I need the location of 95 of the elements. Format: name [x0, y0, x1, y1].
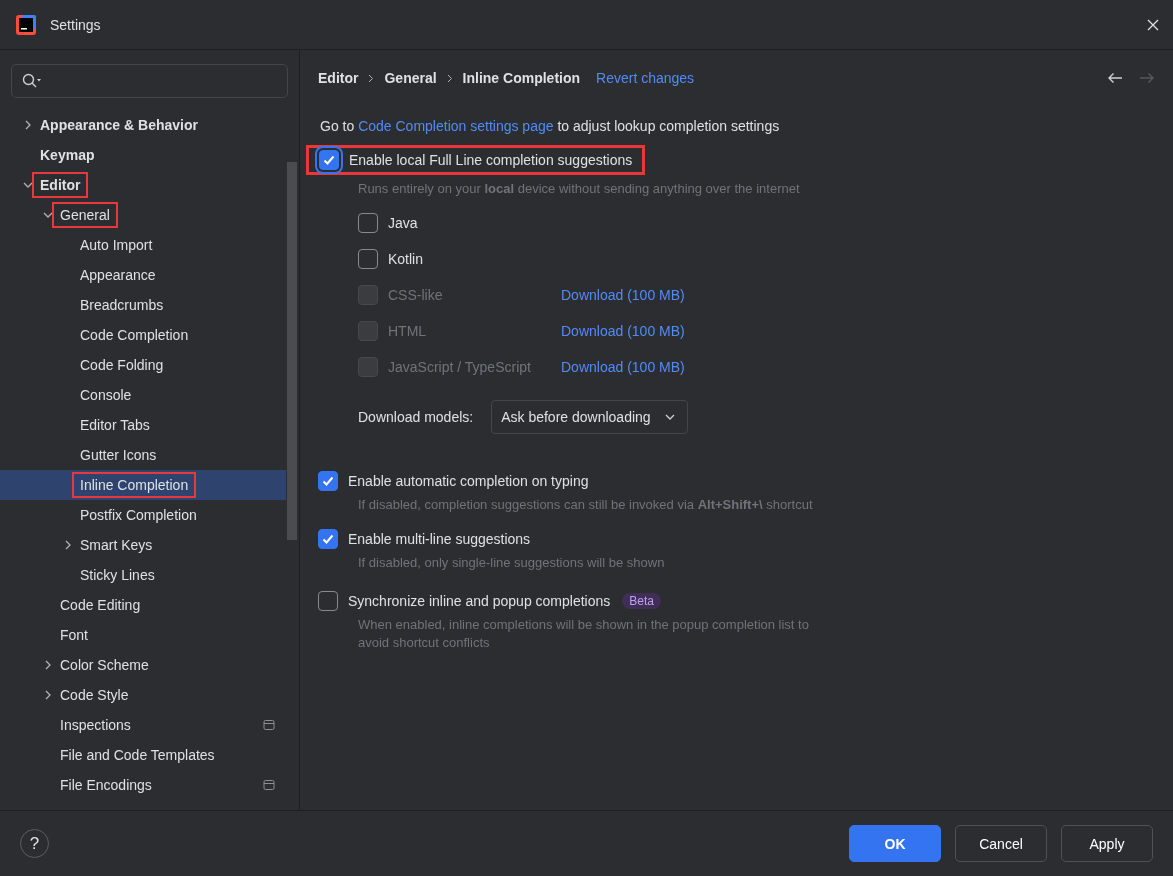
dialog-button[interactable]: Apply: [1061, 825, 1153, 862]
option-label: Enable multi-line suggestions: [348, 531, 531, 547]
option-hint: If disabled, completion suggestions can still be invoked via Alt+Shift+\ shortcut: [358, 496, 814, 514]
tree-item[interactable]: File and Code Templates: [0, 740, 286, 770]
tree-item[interactable]: Postfix Completion: [0, 500, 286, 530]
language-label: Kotlin: [388, 251, 424, 267]
check-icon: [321, 474, 335, 488]
tree-item[interactable]: Inline Completion: [0, 470, 286, 500]
tree-item-label: Appearance: [79, 266, 157, 285]
tree-item-label: Inspections: [59, 716, 132, 735]
check-icon: [321, 532, 335, 546]
tree-item-label: Code Folding: [79, 356, 165, 375]
language-label: CSS-like: [388, 287, 443, 303]
tree-item[interactable]: Console: [0, 380, 286, 410]
chevron-right-icon[interactable]: [43, 690, 53, 700]
tree-item[interactable]: Code Completion: [0, 320, 286, 350]
tree-item[interactable]: Code Style: [0, 680, 286, 710]
tree-item[interactable]: Inspections: [0, 710, 286, 740]
tree-item[interactable]: Breadcrumbs: [0, 290, 286, 320]
chevron-right-icon[interactable]: [23, 120, 33, 130]
chevron-down-icon: [664, 414, 675, 420]
tree-item[interactable]: Smart Keys: [0, 530, 286, 560]
breadcrumb[interactable]: General: [384, 70, 437, 86]
tree-item-label: Sticky Lines: [79, 566, 156, 585]
tree-item-label: Keymap: [39, 146, 96, 165]
dialog-button[interactable]: Cancel: [955, 825, 1047, 862]
tree-item-label: General: [52, 202, 118, 228]
chevron-down-icon[interactable]: [23, 180, 33, 190]
tree-item-label: Code Style: [59, 686, 130, 705]
option-label: Synchronize inline and popup completions: [348, 593, 611, 609]
chevron-down-icon[interactable]: [43, 210, 53, 220]
checkbox[interactable]: [358, 249, 378, 269]
tree-item[interactable]: Code Folding: [0, 350, 286, 380]
search-field[interactable]: [11, 64, 288, 98]
tree-item-label: File and Code Templates: [59, 746, 216, 765]
option-hint: Runs entirely on your local device without sending anything over the internet: [358, 181, 800, 196]
tree-item[interactable]: General: [0, 200, 286, 230]
checkbox[interactable]: [318, 471, 338, 491]
tree-item[interactable]: Appearance & Behavior: [0, 110, 286, 140]
option-label: Enable local Full Line completion suggestions: [349, 152, 633, 168]
chevron-right-icon[interactable]: [43, 660, 53, 670]
tree-item[interactable]: Sticky Lines: [0, 560, 286, 590]
close-icon[interactable]: [1147, 18, 1159, 31]
dialog-button[interactable]: OK: [849, 825, 941, 862]
code-completion-settings-link[interactable]: Code Completion settings page: [358, 118, 554, 134]
tree-item-label: Color Scheme: [59, 656, 150, 675]
tree-item[interactable]: Editor Tabs: [0, 410, 286, 440]
tree-item-label: Code Editing: [59, 596, 142, 615]
option-hint: If disabled, only single-line suggestions will be shown: [358, 554, 666, 572]
checkbox[interactable]: [358, 213, 378, 233]
download-models-label: Download models:: [358, 409, 474, 425]
tree-item-label: Code Completion: [79, 326, 190, 345]
chevron-right-icon: [368, 73, 375, 83]
beta-badge: Beta: [622, 593, 661, 609]
chevron-right-icon[interactable]: [63, 540, 73, 550]
tree-item-label: Console: [79, 386, 133, 405]
tree-item-label: Appearance & Behavior: [39, 116, 199, 135]
option-label: Enable automatic completion on typing: [348, 473, 589, 489]
tree-item[interactable]: Keymap: [0, 140, 286, 170]
tree-item[interactable]: Code Editing: [0, 590, 286, 620]
tree-item[interactable]: Appearance: [0, 260, 286, 290]
tree-item[interactable]: Editor: [0, 170, 286, 200]
download-models-dropdown[interactable]: Ask before downloading: [491, 400, 688, 434]
tree-item-label: Auto Import: [79, 236, 154, 255]
check-icon: [322, 153, 336, 167]
tree-item[interactable]: Color Scheme: [0, 650, 286, 680]
breadcrumb[interactable]: Editor: [318, 70, 359, 86]
scrollbar[interactable]: [287, 162, 297, 540]
back-arrow-icon[interactable]: [1107, 72, 1123, 84]
option-hint: When enabled, inline completions will be shown in the popup completion list to avoid shortcut conflicts: [358, 616, 810, 652]
tree-item-label: Smart Keys: [79, 536, 154, 555]
tree-item-label: Inline Completion: [72, 472, 197, 498]
checkbox[interactable]: [318, 529, 338, 549]
language-label: Java: [388, 215, 418, 231]
tree-item[interactable]: Gutter Icons: [0, 440, 286, 470]
breadcrumb[interactable]: Inline Completion: [462, 70, 581, 86]
search-icon: [22, 73, 42, 89]
language-label: HTML: [388, 323, 427, 339]
tree-item-label: Font: [59, 626, 89, 645]
language-label: JavaScript / TypeScript: [388, 359, 531, 375]
tree-item-label: Gutter Icons: [79, 446, 158, 465]
tree-item[interactable]: File Encodings: [0, 770, 286, 800]
tree-item[interactable]: Auto Import: [0, 230, 286, 260]
tree-item-label: Breadcrumbs: [79, 296, 165, 315]
tree-item[interactable]: Font: [0, 620, 286, 650]
intro-text: Go to Code Completion settings page to adjust lookup completion settings: [320, 118, 781, 134]
checkbox[interactable]: [318, 591, 338, 611]
revert-changes-link[interactable]: Revert changes: [596, 70, 695, 86]
tree-item-label: Editor Tabs: [79, 416, 151, 435]
app-logo-icon: [16, 14, 36, 35]
tree-item-label: Postfix Completion: [79, 506, 198, 525]
tree-item-label: File Encodings: [59, 776, 153, 795]
chevron-right-icon: [446, 73, 453, 83]
tree-item-label: Editor: [32, 172, 89, 198]
window-title: Settings: [50, 16, 102, 33]
